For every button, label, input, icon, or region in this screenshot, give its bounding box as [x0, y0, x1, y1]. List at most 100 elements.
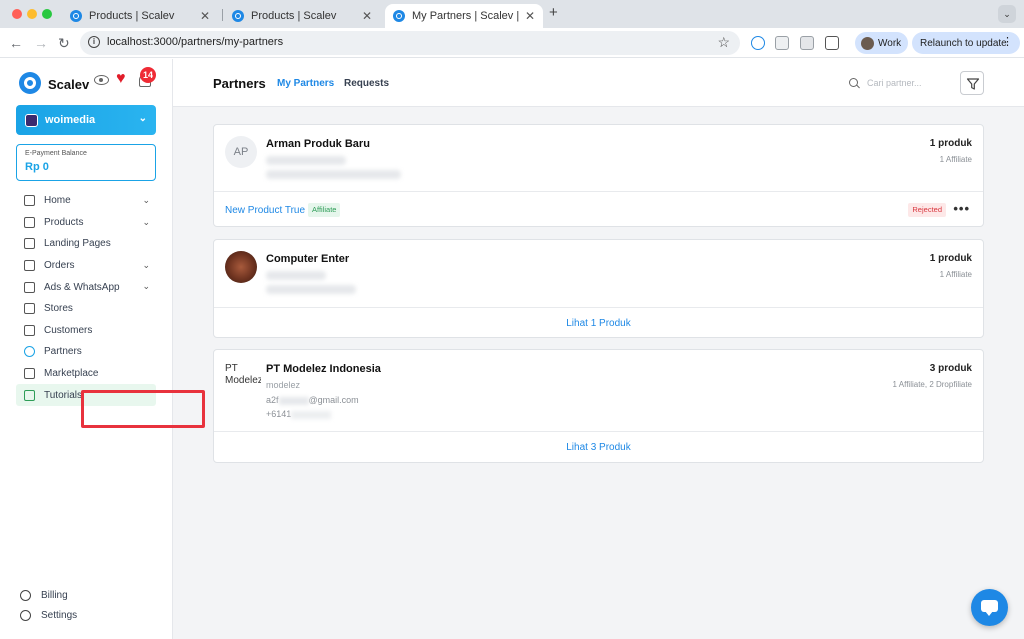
chevron-down-icon: ⌄: [142, 195, 150, 205]
clipboard-icon: [24, 260, 35, 272]
notification-badge: 14: [140, 67, 157, 83]
sidebar-item-label: Landing Pages: [44, 238, 111, 250]
store-icon: [24, 303, 35, 315]
filter-button[interactable]: [960, 71, 984, 95]
extension-scalev-icon[interactable]: [751, 36, 765, 50]
card-divider: [214, 431, 983, 432]
heart-icon[interactable]: ♥: [116, 70, 126, 88]
partnership-types: 1 Affiliate, 2 Dropfiliate: [892, 380, 972, 389]
sidebar-item-stores[interactable]: Stores: [16, 298, 156, 320]
brand-name: Scalev: [48, 77, 90, 92]
sidebar: Scalev ♥ 14 woimedia ⌄ E-Payment Balance…: [0, 59, 173, 639]
partner-email: a2f @gmail.com: [266, 395, 359, 405]
browser-toolbar: ← → ↻ i localhost:3000/partners/my-partn…: [0, 28, 1024, 58]
kebab-menu-icon[interactable]: ⋮: [1002, 35, 1013, 48]
gear-icon: [20, 609, 31, 621]
file-icon: [24, 238, 35, 250]
status-badge-rejected: Rejected: [908, 203, 946, 217]
search-input[interactable]: [867, 75, 937, 91]
sidebar-item-ads-whatsapp[interactable]: Ads & WhatsApp ⌄: [16, 276, 156, 298]
epayment-balance-card[interactable]: E-Payment Balance Rp 0: [16, 144, 156, 181]
partner-card-arman: AP Arman Produk Baru 1 produk 1 Affiliat…: [213, 124, 984, 227]
balance-label: E-Payment Balance: [25, 150, 87, 157]
view-products-link[interactable]: Lihat 1 Produk: [214, 318, 983, 329]
scalev-favicon-icon: [393, 10, 405, 22]
profile-avatar: [861, 36, 874, 50]
redacted-username: [266, 156, 346, 165]
browser-tab-products-2[interactable]: Products | Scalev ✕: [224, 4, 380, 28]
sidebar-item-settings[interactable]: Settings: [20, 605, 160, 625]
store-name: woimedia: [45, 114, 96, 126]
browser-tab-my-partners[interactable]: My Partners | Scalev | Scalev ✕: [385, 4, 543, 28]
sidebar-item-landing-pages[interactable]: Landing Pages: [16, 233, 156, 255]
sidebar-item-label: Partners: [44, 346, 82, 358]
sidebar-item-label: Orders: [44, 260, 75, 272]
scalev-logo-icon[interactable]: [19, 72, 41, 94]
back-arrow-icon[interactable]: ←: [9, 34, 23, 52]
extensions-puzzle-icon[interactable]: [825, 36, 839, 50]
chat-bubble-button[interactable]: [971, 589, 1008, 626]
tab-close-icon[interactable]: ✕: [525, 9, 535, 23]
address-bar[interactable]: i localhost:3000/partners/my-partners ☆: [80, 31, 740, 55]
sidebar-item-label: Home: [44, 195, 71, 207]
partner-phone: +6141: [266, 409, 332, 419]
profile-button[interactable]: Work: [855, 32, 908, 54]
sidebar-item-partners[interactable]: Partners: [16, 341, 156, 363]
site-info-icon[interactable]: i: [88, 36, 100, 48]
video-icon: [24, 389, 35, 401]
home-icon: [24, 195, 35, 207]
reload-icon[interactable]: ↻: [58, 34, 70, 52]
search-icon: [849, 78, 858, 87]
redacted-email-part: [278, 396, 309, 405]
window-close-button[interactable]: [12, 9, 22, 19]
link-icon: [24, 346, 35, 358]
tab-close-icon[interactable]: ✕: [362, 9, 372, 23]
view-products-link[interactable]: Lihat 3 Produk: [214, 442, 983, 453]
partner-avatar-image: [225, 251, 257, 283]
extension-book-icon[interactable]: [775, 36, 789, 50]
window-minimize-button[interactable]: [27, 9, 37, 19]
sidebar-item-orders[interactable]: Orders ⌄: [16, 255, 156, 277]
sidebar-item-billing[interactable]: Billing: [20, 585, 160, 605]
relaunch-to-update-button[interactable]: Relaunch to update ⋮: [912, 32, 1020, 54]
filter-icon: [966, 78, 980, 90]
eye-icon[interactable]: [94, 75, 109, 85]
partner-avatar-initials: AP: [225, 136, 257, 168]
bookmark-star-icon[interactable]: ☆: [717, 34, 730, 51]
redacted-phone-part: [291, 410, 332, 419]
sidebar-item-customers[interactable]: Customers: [16, 320, 156, 342]
money-bag-icon: [20, 589, 31, 601]
sidebar-item-label: Stores: [44, 303, 73, 315]
main-content: Partners My Partners Requests AP Arman P…: [173, 59, 1024, 639]
product-count: 1 produk: [929, 253, 972, 264]
window-maximize-button[interactable]: [42, 9, 52, 19]
product-link[interactable]: New Product True: [225, 205, 305, 216]
sidebar-item-home[interactable]: Home ⌄: [16, 190, 156, 212]
partner-name: Computer Enter: [266, 253, 350, 265]
chevron-down-icon: ⌄: [142, 259, 150, 270]
tab-search-chevron-icon[interactable]: ⌄: [998, 5, 1016, 23]
tab-close-icon[interactable]: ✕: [200, 9, 210, 23]
tab-separator: [222, 9, 223, 21]
tab-my-partners[interactable]: My Partners: [277, 78, 334, 89]
store-selector[interactable]: woimedia ⌄: [16, 105, 156, 135]
more-options-icon[interactable]: •••: [953, 201, 970, 216]
browser-tab-products-1[interactable]: Products | Scalev ✕: [62, 4, 218, 28]
partner-card-computer-enter: Computer Enter 1 produk 1 Affiliate Liha…: [213, 239, 984, 338]
product-count: 3 produk: [929, 363, 972, 374]
sidebar-item-marketplace[interactable]: Marketplace: [16, 363, 156, 385]
sidebar-item-label: Ads & WhatsApp: [44, 281, 120, 293]
sidebar-menu: Home ⌄ Products ⌄ Landing Pages Orders ⌄…: [16, 190, 156, 406]
new-tab-icon[interactable]: +: [549, 4, 558, 21]
sidebar-item-products[interactable]: Products ⌄: [16, 212, 156, 234]
extension-code-icon[interactable]: [800, 36, 814, 50]
forward-arrow-icon[interactable]: →: [34, 34, 48, 52]
tab-requests[interactable]: Requests: [344, 78, 389, 89]
email-end: @gmail.com: [308, 395, 359, 405]
partner-username: modelez: [266, 380, 301, 390]
tab-title: Products | Scalev: [89, 10, 175, 22]
box-icon: [24, 216, 35, 228]
sidebar-item-label: Customers: [44, 324, 93, 336]
chevron-down-icon: ⌄: [138, 113, 147, 124]
partner-card-pt-modelez: PT Modelez PT Modelez Indonesia modelez …: [213, 349, 984, 463]
